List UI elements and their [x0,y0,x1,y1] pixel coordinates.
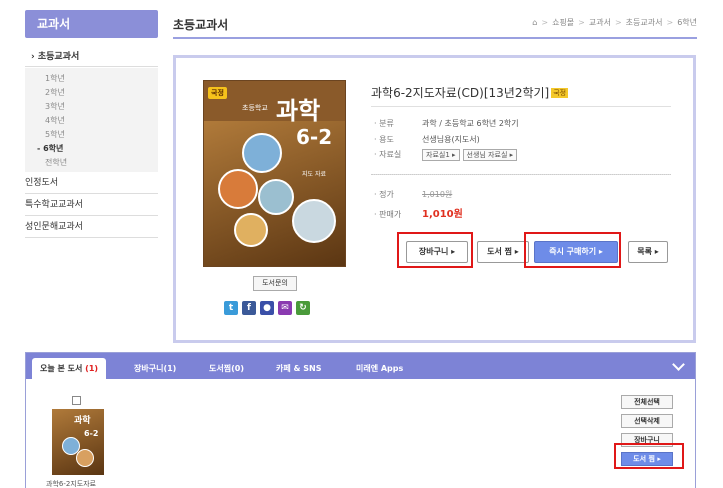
info-value: 과학 / 초등학교 6학년 2학기 [422,119,519,128]
mail-icon[interactable]: ✉ [278,301,292,315]
cover-badge: 국정 [208,87,227,99]
list-price-row: · 정가 1,010원 [374,189,452,200]
tab-cafe-sns[interactable]: 카페 & SNS [276,358,322,379]
recent-book-thumbnail[interactable]: 과학 6-2 [52,409,104,475]
facebook-icon[interactable]: f [242,301,256,315]
list-price: 1,010원 [422,190,453,199]
highlight-panel-wishlist [614,443,684,469]
select-all-button[interactable]: 전체선택 [621,395,673,409]
sidebar-item-grade-1[interactable]: 1학년 [25,72,158,86]
title-divider [371,106,671,107]
share-icon[interactable]: ↻ [296,301,310,315]
sidebar-item-current[interactable]: › 초등교과서 [25,47,158,67]
teacher-materials-link[interactable]: 선생님 자료실 ▸ [462,149,518,161]
sidebar-other-list: 인정도서 특수학교교과서 성인문해교과서 [25,172,158,238]
thumb-title: 과학 [74,416,91,426]
breadcrumb-item[interactable]: 교과서 [589,18,611,27]
grade-6-label: 6학년 [43,144,64,153]
recent-panel: 오늘 본 도서 (1) 장바구니(1) 도서찜(0) 카페 & SNS 미래엔 … [25,352,696,488]
info-key: · 용도 [374,135,394,144]
thumb-number: 6-2 [84,429,99,438]
info-usage: · 용도 선생님용(지도서) [374,134,480,145]
info-value: 선생님용(지도서) [422,135,480,144]
collapse-chevron-icon[interactable] [672,358,685,371]
list-button[interactable]: 목록 ▸ [628,241,668,263]
book-title: 과학6-2지도자료(CD)[13년2학기] 국정 [371,84,569,101]
header-divider [173,37,697,39]
book-type-tag: 국정 [551,88,569,98]
breadcrumb-item[interactable]: 쇼핑몰 [552,18,574,27]
sidebar-item-approved[interactable]: 인정도서 [25,172,158,194]
highlight-cart [397,232,473,268]
recent-tab-bar: 오늘 본 도서 (1) 장바구니(1) 도서찜(0) 카페 & SNS 미래엔 … [26,353,695,379]
item-checkbox[interactable] [72,396,81,405]
sale-price-row: · 판매가 1,010원 [374,205,463,220]
home-icon[interactable]: ⌂ [532,18,537,27]
sidebar-item-grade-3[interactable]: 3학년 [25,100,158,114]
sidebar-grade-list: 1학년 2학년 3학년 4학년 5학년 - 6학년 전학년 [25,68,158,172]
sns-share-icons: t f ● ✉ ↻ [224,301,310,315]
book-cover-image[interactable]: 국정 초등학교 과학 6-2 지도 자료 [203,80,346,267]
materials-link[interactable]: 자료실1 ▸ [422,149,460,161]
sidebar-item-grade-2[interactable]: 2학년 [25,86,158,100]
info-materials: · 자료실 자료실1 ▸ 선생님 자료실 ▸ [374,149,520,161]
info-category: · 분류 과학 / 초등학교 6학년 2학기 [374,118,519,129]
price-key: · 정가 [374,190,394,199]
breadcrumb-item: 6학년 [677,18,697,27]
breadcrumb-item[interactable]: 초등교과서 [626,18,663,27]
sidebar-current-label: 초등교과서 [37,52,80,62]
delete-selected-button[interactable]: 선택삭제 [621,414,673,428]
me2day-icon[interactable]: ● [260,301,274,315]
product-box: 국정 초등학교 과학 6-2 지도 자료 도서문의 t f ● ✉ ↻ 과학6-… [173,55,696,343]
sale-key: · 판매가 [374,210,402,219]
page: 교과서 › 초등교과서 1학년 2학년 3학년 4학년 5학년 - 6학년 전학… [0,0,723,488]
tab-wishlist[interactable]: 도서찜(0) [209,358,244,379]
info-key: · 자료실 [374,150,402,159]
sidebar-item-grade-all[interactable]: 전학년 [25,156,158,170]
sale-price: 1,010원 [422,209,463,220]
sidebar-item-grade-6[interactable]: - 6학년 [25,142,158,156]
tab-cart[interactable]: 장바구니(1) [134,358,176,379]
sidebar-item-special[interactable]: 특수학교교과서 [25,194,158,216]
sidebar-header: 교과서 [25,10,158,38]
tab-recent-books[interactable]: 오늘 본 도서 (1) [32,358,107,379]
book-title-text: 과학6-2지도자료(CD)[13년2학기] [371,86,550,100]
cover-edition: 지도 자료 [302,171,326,178]
cover-title: 과학 [276,96,321,125]
cover-number: 6-2 [296,125,333,149]
page-title: 초등교과서 [173,18,229,32]
cover-subtitle: 초등학교 [242,104,268,112]
wishlist-button[interactable]: 도서 찜 ▸ [477,241,529,263]
info-key: · 분류 [374,119,394,128]
sidebar-item-grade-5[interactable]: 5학년 [25,128,158,142]
sidebar-item-grade-4[interactable]: 4학년 [25,114,158,128]
bullet-icon: › [31,52,38,62]
breadcrumb: ⌂ > 쇼핑몰 > 교과서 > 초등교과서 >6학년 [532,18,697,27]
price-divider [371,174,671,175]
book-inquiry-button[interactable]: 도서문의 [253,276,297,291]
twitter-icon[interactable]: t [224,301,238,315]
sidebar-item-adult[interactable]: 성인문해교과서 [25,216,158,238]
highlight-buy [524,232,621,268]
tab-apps[interactable]: 미래엔 Apps [356,358,403,379]
recent-book-caption[interactable]: 과학6-2지도자료 [46,479,96,488]
